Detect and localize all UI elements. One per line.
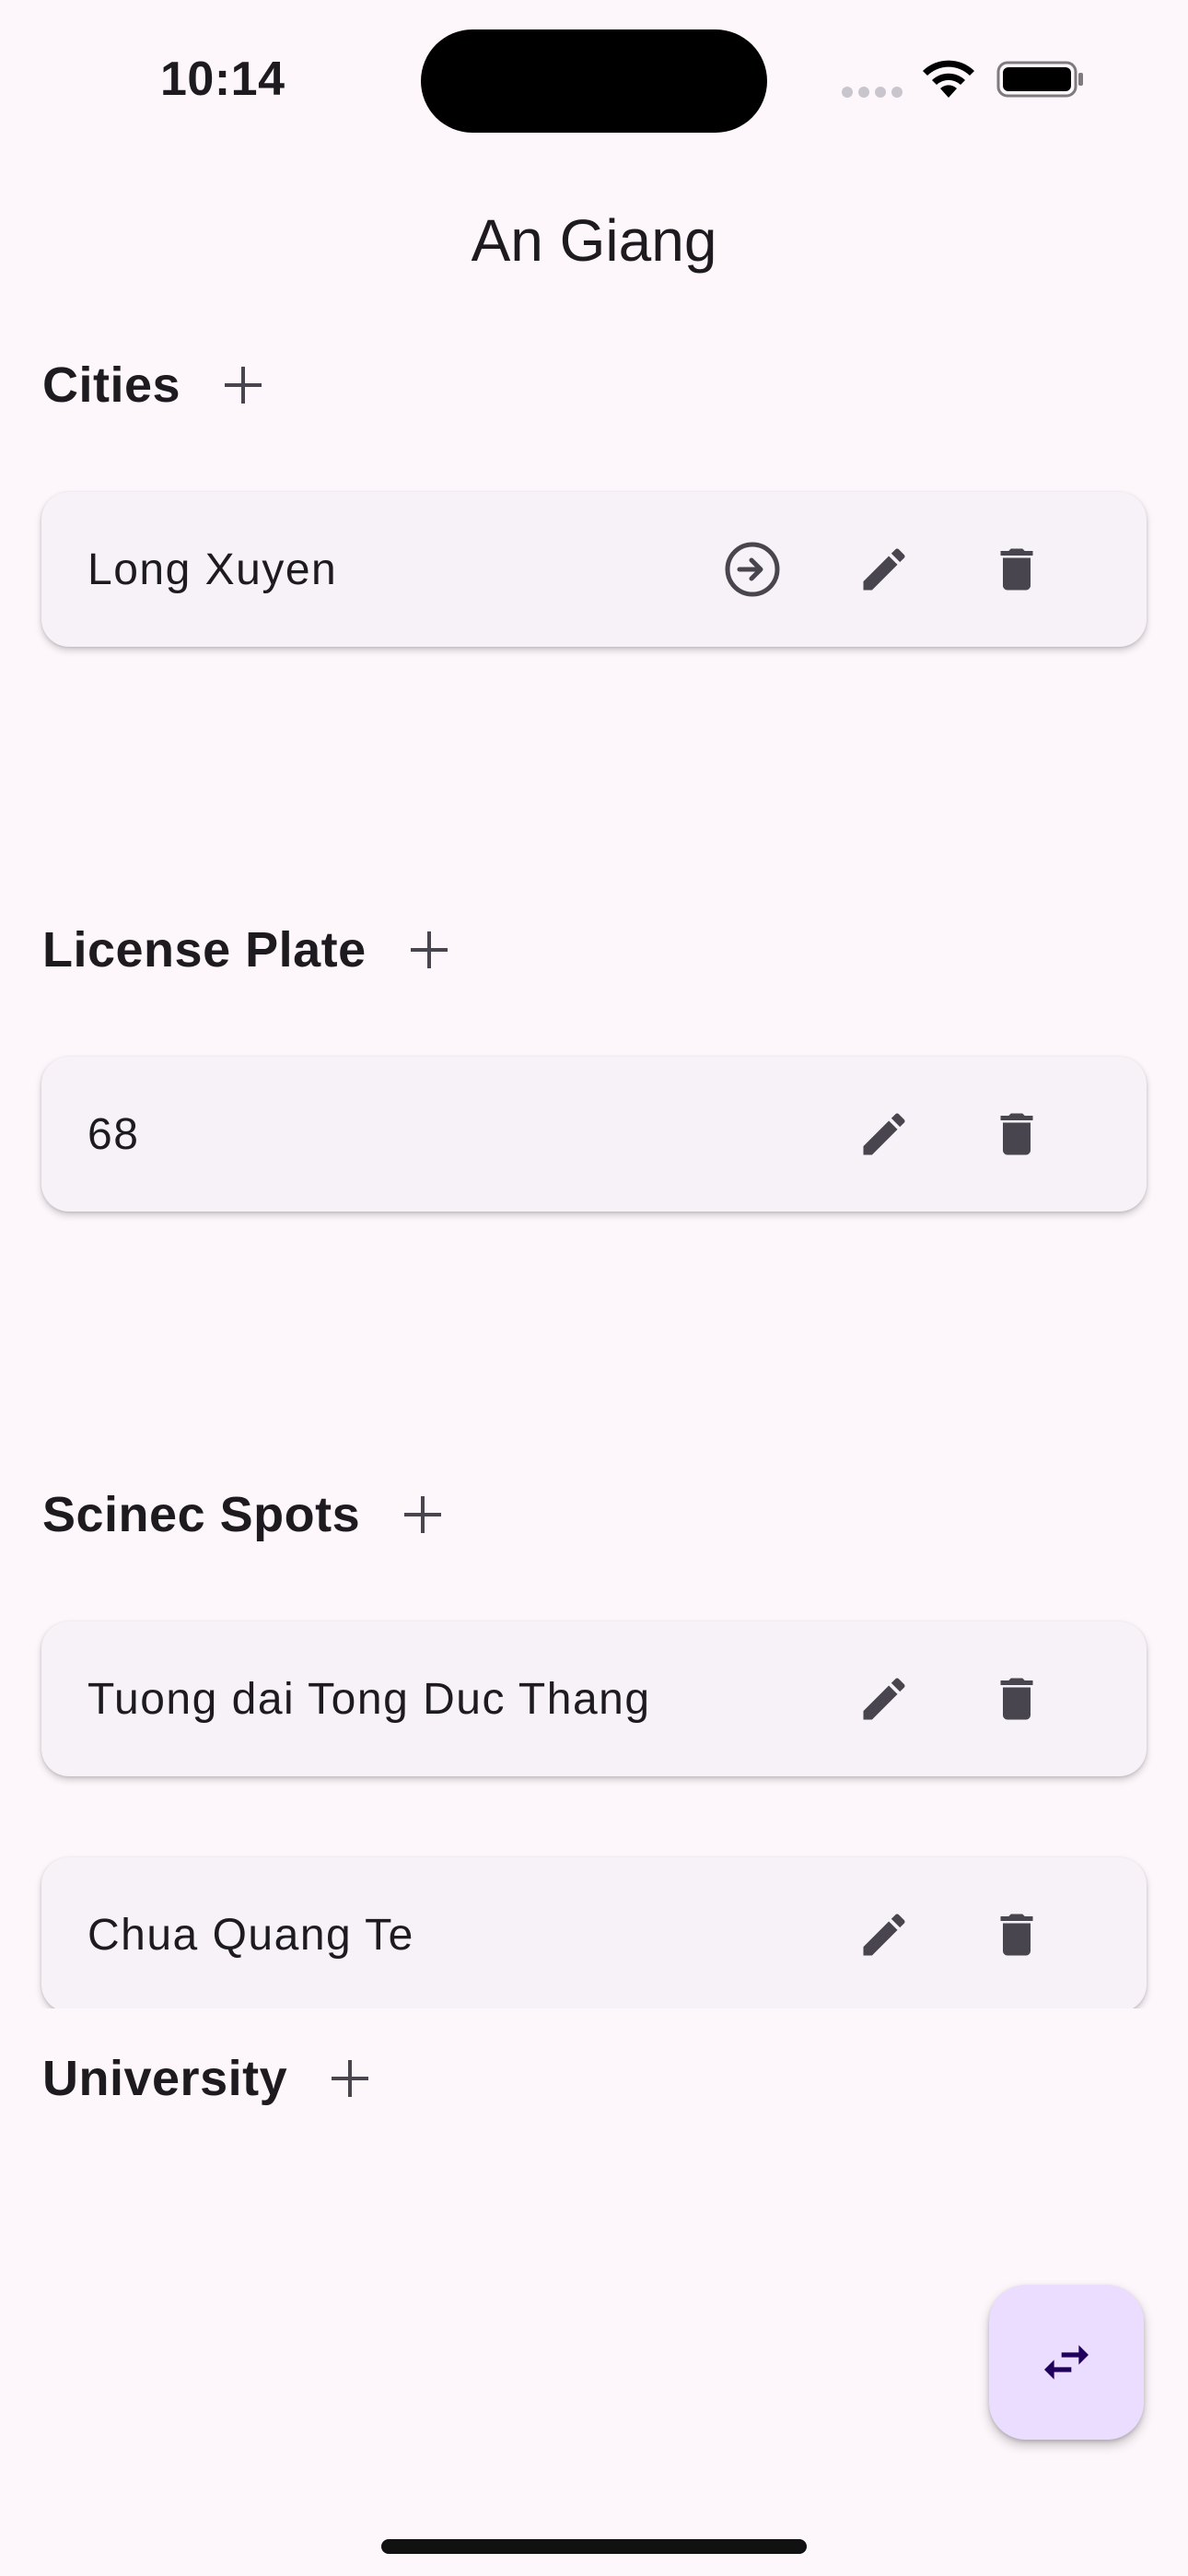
delete-button[interactable] bbox=[978, 1095, 1055, 1173]
add-city-button[interactable] bbox=[215, 357, 271, 413]
scenic-spot-card: Tuong dai Tong Duc Thang bbox=[41, 1622, 1147, 1776]
swap-horiz-icon bbox=[1044, 2345, 1089, 2380]
add-university-button[interactable] bbox=[322, 2051, 378, 2106]
scenic-spot-card: Chua Quang Te bbox=[41, 1857, 1147, 2008]
university-section-header: University bbox=[42, 2042, 378, 2115]
scenic-spot-name: Tuong dai Tong Duc Thang bbox=[87, 1674, 651, 1724]
edit-button[interactable] bbox=[845, 1660, 923, 1738]
city-card: Long Xuyen bbox=[41, 492, 1147, 647]
section-title: License Plate bbox=[42, 922, 367, 978]
plus-icon bbox=[332, 2060, 369, 2097]
scenic-spots-section-header: Scinec Spots bbox=[42, 1478, 450, 1551]
delete-button[interactable] bbox=[978, 1660, 1055, 1738]
pencil-icon bbox=[863, 1678, 905, 1720]
license-plate-card: 68 bbox=[41, 1057, 1147, 1212]
battery-icon bbox=[996, 61, 1083, 98]
pencil-icon bbox=[863, 548, 905, 591]
pencil-icon bbox=[863, 1113, 905, 1155]
trash-icon bbox=[1000, 548, 1033, 591]
status-time: 10:14 bbox=[160, 53, 285, 106]
edit-button[interactable] bbox=[845, 1896, 923, 1973]
delete-button[interactable] bbox=[978, 1896, 1055, 1973]
scenic-spots-scroll-area[interactable]: Chua Quang Te bbox=[0, 1833, 1188, 2008]
pencil-icon bbox=[863, 1914, 905, 1956]
trash-icon bbox=[1000, 1678, 1033, 1720]
plus-icon bbox=[410, 931, 448, 968]
scenic-spot-name: Chua Quang Te bbox=[87, 1910, 414, 1960]
add-scenic-spot-button[interactable] bbox=[395, 1487, 450, 1542]
plus-icon bbox=[404, 1496, 442, 1533]
plus-icon bbox=[225, 367, 262, 404]
section-title: University bbox=[42, 2051, 288, 2106]
trash-icon bbox=[1000, 1914, 1033, 1956]
page-title: An Giang bbox=[471, 207, 717, 274]
city-name: Long Xuyen bbox=[87, 544, 338, 594]
edit-button[interactable] bbox=[845, 531, 923, 608]
cellular-signal-icon bbox=[842, 87, 903, 98]
edit-button[interactable] bbox=[845, 1095, 923, 1173]
swap-fab-button[interactable] bbox=[989, 2285, 1144, 2440]
trash-icon bbox=[1000, 1113, 1033, 1155]
wifi-icon bbox=[923, 60, 974, 98]
home-indicator[interactable] bbox=[381, 2539, 807, 2554]
add-license-plate-button[interactable] bbox=[402, 922, 457, 978]
delete-button[interactable] bbox=[978, 531, 1055, 608]
dynamic-island bbox=[421, 29, 767, 133]
arrow-circle-right-icon bbox=[725, 542, 780, 597]
license-plate-value: 68 bbox=[87, 1109, 140, 1159]
section-title: Scinec Spots bbox=[42, 1487, 361, 1542]
cities-section-header: Cities bbox=[42, 348, 271, 422]
open-city-button[interactable] bbox=[714, 531, 791, 608]
screen: 10:14 An Giang Cities Long Xuyen License… bbox=[0, 0, 1188, 2576]
license-plate-section-header: License Plate bbox=[42, 913, 457, 987]
section-title: Cities bbox=[42, 357, 181, 413]
